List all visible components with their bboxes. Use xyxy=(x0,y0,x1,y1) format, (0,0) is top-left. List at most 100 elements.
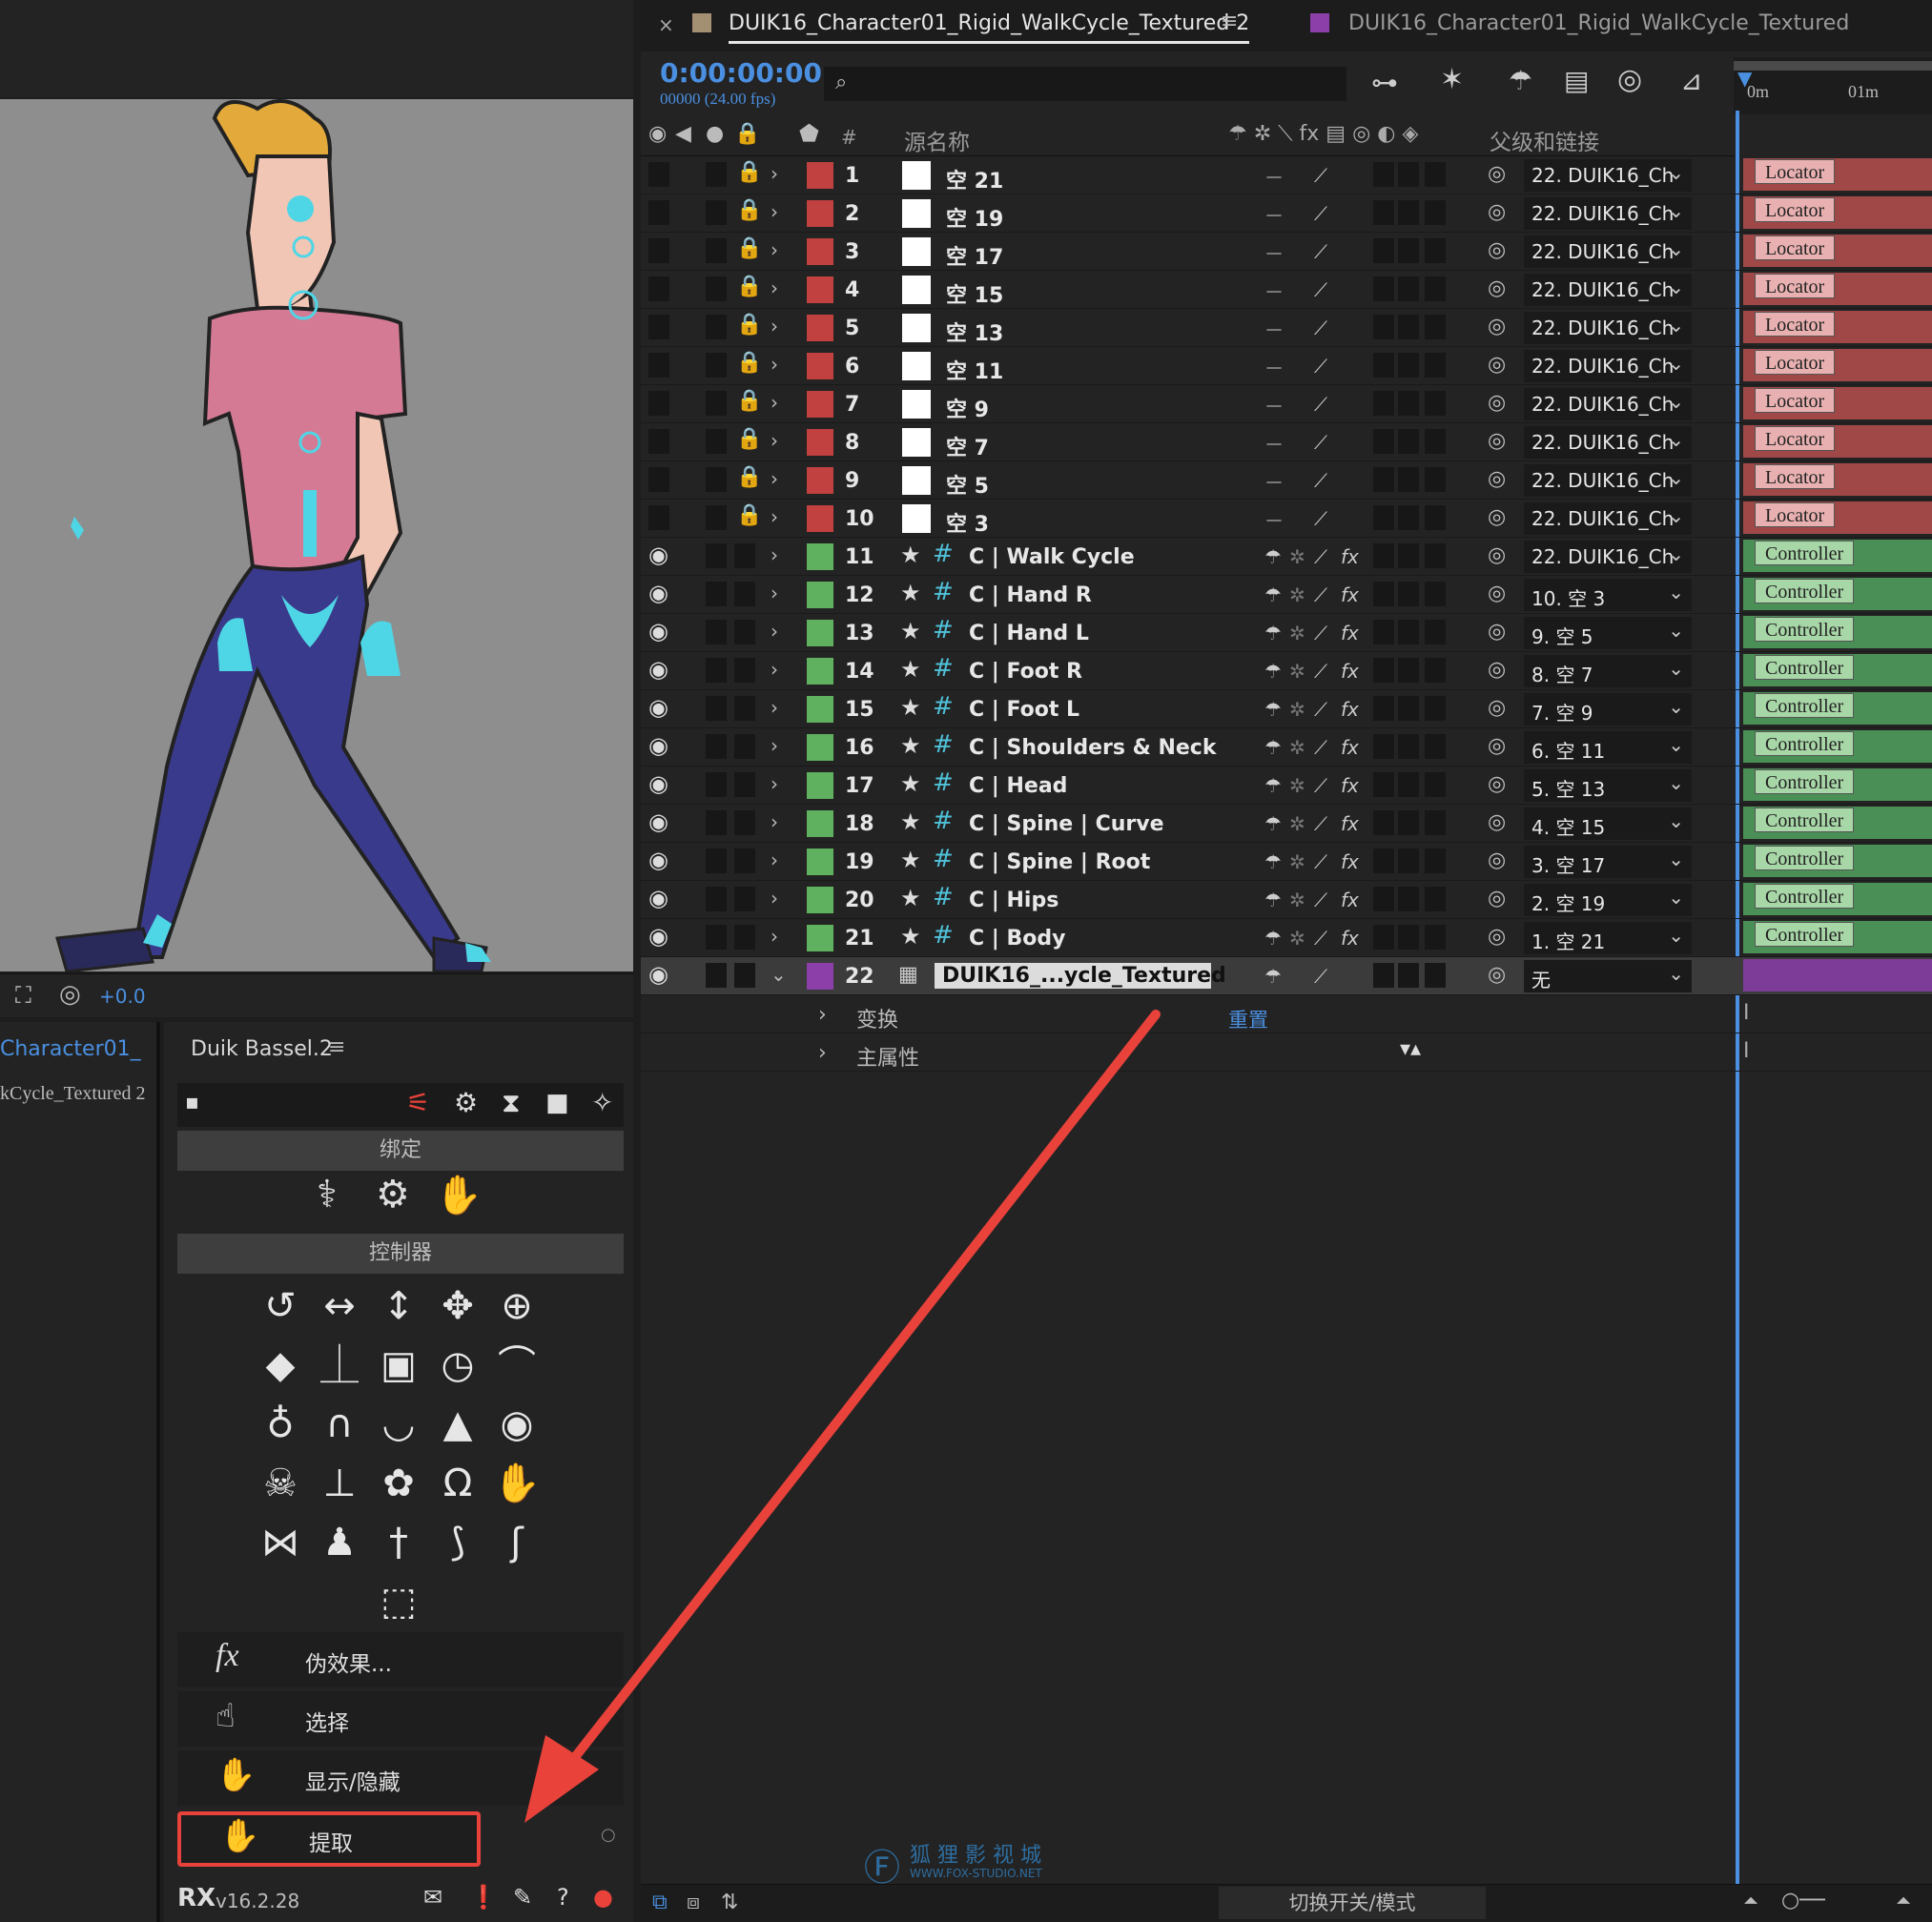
expand-chevron-icon[interactable]: › xyxy=(771,276,778,299)
layer-switches-icon[interactable]: ⧉ xyxy=(652,1891,668,1914)
visibility-toggle[interactable] xyxy=(648,505,669,530)
lock-toggle[interactable] xyxy=(734,772,755,797)
switch-box[interactable] xyxy=(1425,162,1446,187)
switch-box[interactable] xyxy=(1373,353,1394,378)
switch-box[interactable] xyxy=(1398,162,1419,187)
fx-switch-icon[interactable]: fx xyxy=(1341,812,1359,835)
layer-row[interactable]: ◉ › 12 ★ # C | Hand R ☂ ✲ fx ⟋ ◎ 10. 空 3 ⌄ Controller xyxy=(641,576,1932,614)
quality-switch-icon[interactable]: ⟋ xyxy=(1314,583,1327,606)
layer-row[interactable]: ◉ › 19 ★ # C | Spine | Root ☂ ✲ fx ⟋ ◎ 3. 空 17 ⌄ Cont… xyxy=(641,843,1932,881)
pick-whip-icon[interactable]: ◎ xyxy=(1488,887,1506,910)
layer-name[interactable]: C | Head xyxy=(969,774,1067,798)
solo-toggle[interactable] xyxy=(706,582,727,606)
pick-whip-icon[interactable]: ◎ xyxy=(1488,162,1506,186)
pick-whip-icon[interactable]: ◎ xyxy=(1488,543,1506,567)
switch-box[interactable] xyxy=(1398,467,1419,492)
pick-whip-icon[interactable]: ◎ xyxy=(1488,658,1506,682)
layer-name[interactable]: 空 21 xyxy=(946,164,1003,194)
quality-switch-icon[interactable]: ⟋ xyxy=(1314,507,1327,530)
expand-chevron-icon[interactable]: › xyxy=(771,543,778,566)
switch-box[interactable] xyxy=(1425,887,1446,911)
foot-icon[interactable]: ⊥ xyxy=(313,1457,366,1510)
switch-box[interactable] xyxy=(1398,696,1419,721)
label-color-swatch[interactable] xyxy=(807,315,833,341)
expand-chevron-icon[interactable]: › xyxy=(771,658,778,681)
solo-toggle[interactable] xyxy=(706,810,727,835)
lock-toggle[interactable] xyxy=(734,925,755,950)
switch-box[interactable] xyxy=(1373,810,1394,835)
solo-toggle[interactable] xyxy=(706,925,727,950)
label-color-swatch[interactable] xyxy=(807,620,833,646)
fx-switch-icon[interactable]: fx xyxy=(1341,660,1359,683)
lock-icon[interactable]: 🔒 xyxy=(736,351,762,375)
parent-dropdown[interactable]: 6. 空 11 ⌄ xyxy=(1524,731,1692,764)
expand-chevron-icon[interactable]: › xyxy=(771,887,778,910)
visibility-toggle[interactable] xyxy=(648,467,669,492)
playhead-icon[interactable]: ▼ xyxy=(1737,67,1752,90)
expand-chevron-icon[interactable]: › xyxy=(771,734,778,757)
layer-name[interactable]: C | Hand L xyxy=(969,622,1089,645)
expand-chevron-icon[interactable]: › xyxy=(771,429,778,452)
quality-switch-icon[interactable]: ⟋ xyxy=(1314,164,1327,187)
collapse-switch-icon[interactable]: ✲ xyxy=(1289,736,1305,759)
lock-icon[interactable]: 🔒 xyxy=(736,275,762,298)
layer-row[interactable]: 🔒 › 3 空 17 ⏤ ⟋ ◎ 22. DUIK16_Ch ⌄ Locator xyxy=(641,233,1932,271)
help-icon[interactable]: ? xyxy=(557,1884,569,1911)
switch-box[interactable] xyxy=(1373,315,1394,339)
close-tab-icon[interactable]: × xyxy=(658,13,674,36)
expand-chevron-icon[interactable]: ⌄ xyxy=(771,963,787,986)
switch-box[interactable] xyxy=(1373,543,1394,568)
parent-dropdown[interactable]: 22. DUIK16_Ch ⌄ xyxy=(1524,464,1692,497)
layer-row[interactable]: 🔒 › 7 空 9 ⏤ ⟋ ◎ 22. DUIK16_Ch ⌄ Locator xyxy=(641,385,1932,423)
parent-dropdown[interactable]: 8. 空 7 ⌄ xyxy=(1524,655,1692,687)
label-color-swatch[interactable] xyxy=(807,391,833,418)
motion-blur-icon[interactable]: ◎ xyxy=(1617,63,1642,96)
switch-box[interactable] xyxy=(1398,658,1419,683)
solo-toggle[interactable] xyxy=(706,276,727,301)
composition-flowchart-icon[interactable]: ⊶ xyxy=(1371,67,1398,98)
parent-dropdown[interactable]: 22. DUIK16_Ch ⌄ xyxy=(1524,312,1692,344)
visibility-eye-icon[interactable]: ◉ xyxy=(648,580,668,606)
switch-box[interactable] xyxy=(1425,543,1446,568)
switch-box[interactable] xyxy=(1373,963,1394,988)
visibility-toggle[interactable] xyxy=(648,429,669,454)
toggle-switches-modes[interactable]: 切换开关/模式 xyxy=(1219,1887,1486,1919)
layer-row[interactable]: 🔒 › 1 空 21 ⏤ ⟋ ◎ 22. DUIK16_Ch ⌄ Locator xyxy=(641,156,1932,194)
switch-box[interactable] xyxy=(1398,543,1419,568)
switch-box[interactable] xyxy=(1425,772,1446,797)
lock-toggle[interactable] xyxy=(734,658,755,683)
layer-name[interactable]: C | Walk Cycle xyxy=(969,545,1135,569)
expand-chevron-icon[interactable]: › xyxy=(771,467,778,490)
timecode-display[interactable]: 0:00:00:00 xyxy=(660,57,822,89)
quality-switch-icon[interactable]: ⟋ xyxy=(1314,469,1327,492)
expand-chevron-icon[interactable]: › xyxy=(771,620,778,643)
parent-dropdown[interactable]: 5. 空 13 ⌄ xyxy=(1524,769,1692,802)
shy-switch-icon[interactable]: ☂ xyxy=(1264,698,1282,721)
shy-switch-icon[interactable]: ⏤ xyxy=(1266,507,1282,530)
lock-icon[interactable]: 🔒 xyxy=(736,236,762,260)
switch-box[interactable] xyxy=(1425,582,1446,606)
shy-switch-icon[interactable]: ☂ xyxy=(1264,622,1282,644)
shy-switch-icon[interactable]: ⏤ xyxy=(1266,469,1282,492)
slider-icon[interactable]: ⏊ xyxy=(313,1339,366,1392)
lock-icon[interactable]: 🔒 xyxy=(736,465,762,489)
switch-box[interactable] xyxy=(1398,505,1419,530)
work-area-bar[interactable] xyxy=(1734,61,1932,71)
collapse-switch-icon[interactable]: ✲ xyxy=(1289,545,1305,568)
switch-box[interactable] xyxy=(1425,658,1446,683)
visibility-eye-icon[interactable]: ◉ xyxy=(648,694,668,721)
layer-search-input[interactable]: ⌕ xyxy=(824,67,1346,101)
label-color-swatch[interactable] xyxy=(807,543,833,570)
tab-menu-icon[interactable]: ≡ xyxy=(1221,10,1238,33)
camera-ctrl-icon[interactable]: ◆ xyxy=(254,1339,307,1392)
lock-icon[interactable]: 🔒 xyxy=(736,313,762,337)
parent-dropdown[interactable]: 22. DUIK16_Ch ⌄ xyxy=(1524,235,1692,268)
source-name-header[interactable]: 源名称 xyxy=(904,124,970,156)
switch-box[interactable] xyxy=(1398,772,1419,797)
label-color-swatch[interactable] xyxy=(807,353,833,379)
layer-row[interactable]: ◉ › 18 ★ # C | Spine | Curve ☂ ✲ fx ⟋ ◎ 4. 空 15 ⌄ Con… xyxy=(641,805,1932,843)
switch-box[interactable] xyxy=(1425,353,1446,378)
lock-icon[interactable]: 🔒 xyxy=(736,389,762,413)
expand-chevron-icon[interactable]: › xyxy=(771,238,778,261)
layer-name[interactable]: C | Hand R xyxy=(969,583,1092,607)
